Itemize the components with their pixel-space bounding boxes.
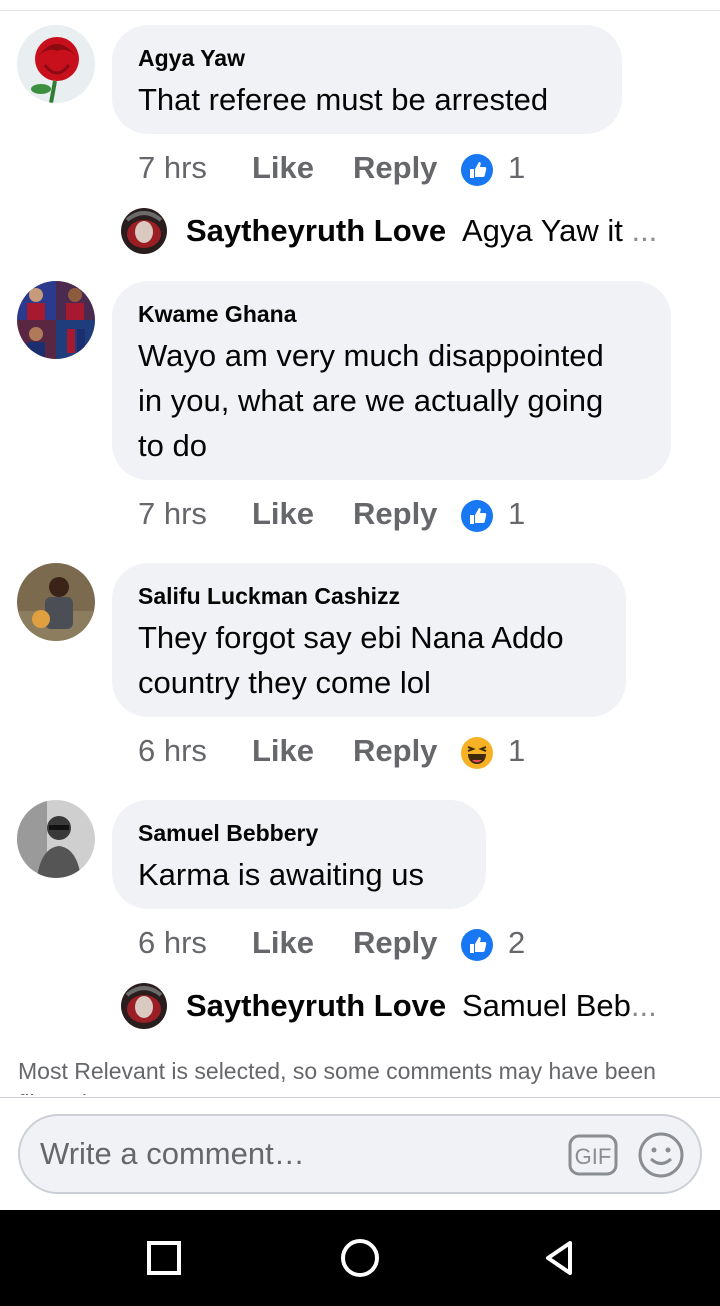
home-icon[interactable]	[340, 1238, 380, 1278]
comment-author[interactable]: Samuel Bebbery	[138, 820, 318, 847]
comment-bubble: Salifu Luckman Cashizz They forgot say e…	[112, 563, 626, 717]
comment-bubble: Samuel Bebbery Karma is awaiting us	[112, 800, 486, 909]
comment-line: country they come lol	[138, 665, 431, 700]
gif-button[interactable]: GIF	[568, 1134, 618, 1176]
reply-ellipsis: ...	[631, 213, 658, 248]
comment-input[interactable]	[40, 1130, 540, 1178]
avatar[interactable]	[17, 281, 95, 359]
reply-button[interactable]: Reply	[353, 925, 437, 961]
comment-composer: GIF	[18, 1114, 702, 1194]
reply-author[interactable]: Saytheyruth Love	[186, 988, 446, 1024]
reply-text: Samuel Beb...	[462, 988, 657, 1024]
comment-line: They forgot say ebi Nana Addo	[138, 620, 564, 655]
reply-button[interactable]: Reply	[353, 496, 437, 532]
timestamp[interactable]: 7 hrs	[138, 496, 207, 532]
comment-text: Karma is awaiting us	[138, 852, 424, 897]
reply-preview[interactable]: Saytheyruth Love Agya Yaw it ...	[0, 208, 720, 258]
comment-author[interactable]: Kwame Ghana	[138, 301, 297, 328]
timestamp[interactable]: 6 hrs	[138, 925, 207, 961]
avatar[interactable]	[17, 563, 95, 641]
like-button[interactable]: Like	[252, 496, 314, 532]
timestamp[interactable]: 6 hrs	[138, 733, 207, 769]
reaction-count[interactable]: 1	[508, 733, 525, 769]
reply-author[interactable]: Saytheyruth Love	[186, 213, 446, 249]
reply-button[interactable]: Reply	[353, 733, 437, 769]
reaction-count[interactable]: 1	[508, 496, 525, 532]
reply-avatar	[121, 983, 167, 1029]
system-navigation-bar	[0, 1210, 720, 1306]
comment-line: to do	[138, 428, 207, 463]
comment-text: That referee must be arrested	[138, 77, 548, 122]
reaction-count[interactable]: 2	[508, 925, 525, 961]
recents-icon[interactable]	[144, 1238, 184, 1278]
comment-line: Karma is awaiting us	[138, 857, 425, 892]
reply-text: Agya Yaw it ...	[462, 213, 657, 249]
haha-icon[interactable]	[461, 737, 493, 769]
avatar[interactable]	[17, 25, 95, 103]
like-icon[interactable]	[461, 929, 493, 961]
comment-line: Wayo am very much disappointed	[138, 338, 604, 373]
relevance-notice: Most Relevant is selected, so some comme…	[18, 1058, 656, 1095]
comment-bubble: Agya Yaw That referee must be arrested	[112, 25, 622, 134]
back-icon[interactable]	[540, 1238, 580, 1278]
comment-line: in you, what are we actually going	[138, 383, 604, 418]
comment-bubble: Kwame Ghana Wayo am very much disappoint…	[112, 281, 671, 480]
reply-preview-text: Agya Yaw it	[462, 213, 623, 248]
reply-preview-text: Samuel Beb	[462, 988, 631, 1023]
like-button[interactable]: Like	[252, 150, 314, 186]
comment-text: They forgot say ebi Nana Addo country th…	[138, 615, 564, 705]
like-icon[interactable]	[461, 500, 493, 532]
emoji-icon[interactable]	[638, 1132, 684, 1178]
reply-preview[interactable]: Saytheyruth Love Samuel Beb...	[0, 983, 720, 1033]
composer-divider	[0, 1097, 720, 1098]
gif-label: GIF	[575, 1144, 612, 1169]
comment-text: Wayo am very much disappointed in you, w…	[138, 333, 604, 468]
reply-avatar	[121, 208, 167, 254]
reply-button[interactable]: Reply	[353, 150, 437, 186]
comment-author[interactable]: Agya Yaw	[138, 45, 245, 72]
like-button[interactable]: Like	[252, 925, 314, 961]
like-icon[interactable]	[461, 154, 493, 186]
reaction-count[interactable]: 1	[508, 150, 525, 186]
top-divider	[0, 10, 720, 11]
reply-ellipsis: ...	[630, 988, 657, 1023]
like-button[interactable]: Like	[252, 733, 314, 769]
comment-author[interactable]: Salifu Luckman Cashizz	[138, 583, 400, 610]
avatar[interactable]	[17, 800, 95, 878]
timestamp[interactable]: 7 hrs	[138, 150, 207, 186]
comment-line: That referee must be arrested	[138, 82, 549, 117]
